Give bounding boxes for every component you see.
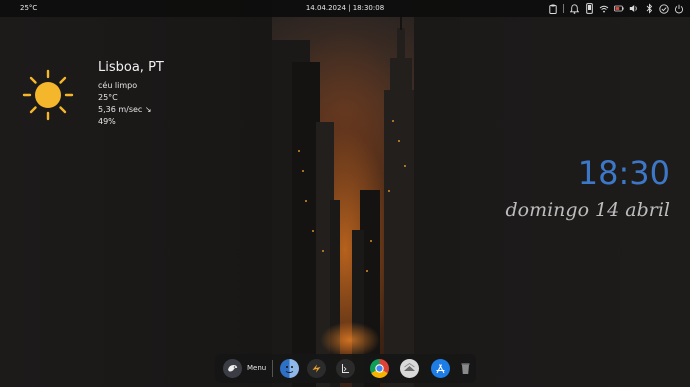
menu-label[interactable]: Menu	[247, 364, 266, 372]
desktop-wallpaper	[0, 0, 690, 387]
weather-temperature: 25°C	[98, 93, 118, 102]
phone-icon[interactable]	[584, 3, 594, 15]
terminal-icon[interactable]	[336, 359, 355, 378]
trash-icon[interactable]	[456, 359, 475, 378]
weather-wind: 5,36 m/sec ↘	[98, 105, 152, 114]
system-tray	[548, 2, 684, 15]
chrome-icon[interactable]	[370, 359, 389, 378]
menu-logo-icon[interactable]	[223, 359, 242, 378]
sun-icon	[22, 69, 74, 121]
weather-humidity: 49%	[98, 117, 116, 126]
clipboard-icon[interactable]	[548, 3, 558, 15]
dock-divider	[272, 360, 273, 377]
check-icon[interactable]	[659, 3, 669, 15]
battery-icon[interactable]	[614, 3, 624, 15]
mail-icon[interactable]	[400, 359, 419, 378]
finder-icon[interactable]	[280, 359, 299, 378]
weather-city: Lisboa, PT	[98, 60, 164, 75]
weather-condition: céu limpo	[98, 81, 138, 90]
desktop-clock-date: domingo 14 abril	[505, 199, 670, 221]
dock: Menu	[215, 354, 476, 383]
app-store-icon[interactable]	[431, 359, 450, 378]
power-icon[interactable]	[674, 3, 684, 15]
desktop-clock-time: 18:30	[577, 154, 670, 192]
notifications-icon[interactable]	[569, 3, 579, 15]
scripting-icon[interactable]	[307, 359, 326, 378]
volume-icon[interactable]	[629, 3, 639, 15]
top-panel: 25°C 14.04.2024 | 18:30:08	[0, 0, 690, 17]
network-icon[interactable]	[599, 3, 609, 15]
tray-divider	[563, 4, 564, 13]
bluetooth-icon[interactable]	[644, 3, 654, 15]
